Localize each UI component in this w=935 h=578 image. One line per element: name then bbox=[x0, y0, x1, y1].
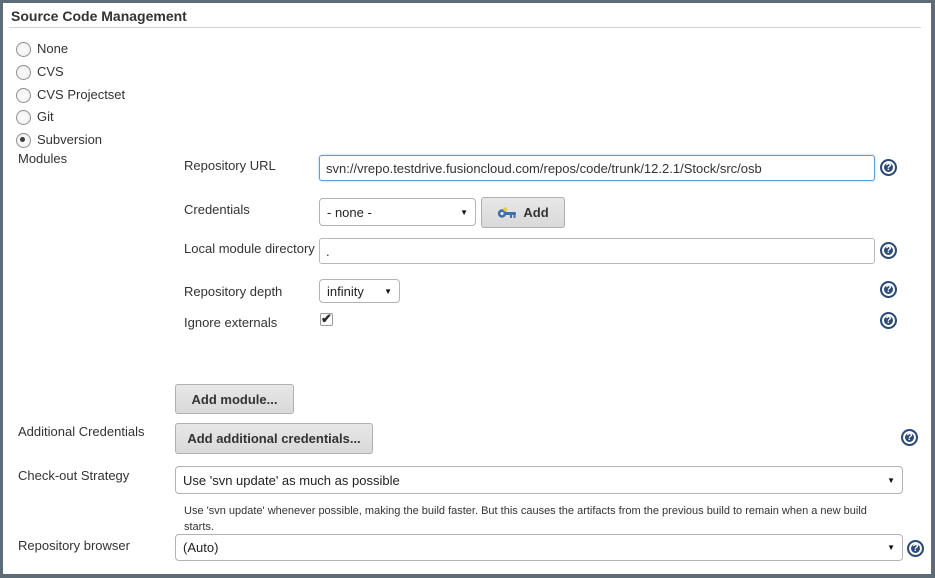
radio-cvs-projectset[interactable] bbox=[16, 88, 31, 103]
local-module-directory-label: Local module directory bbox=[184, 241, 315, 257]
add-additional-credentials-button[interactable]: Add additional credentials... bbox=[175, 423, 373, 454]
radio-none[interactable] bbox=[16, 42, 31, 57]
radio-subversion[interactable] bbox=[16, 133, 31, 148]
radio-cvs-projectset-label[interactable]: CVS Projectset bbox=[37, 87, 125, 103]
local-module-directory-help-icon[interactable]: ? bbox=[880, 242, 897, 259]
scm-config-panel: Source Code Management None CVS CVS Proj… bbox=[0, 0, 935, 578]
page-title: Source Code Management bbox=[11, 8, 187, 24]
repository-url-label: Repository URL bbox=[184, 158, 276, 174]
chevron-down-icon: ▼ bbox=[384, 287, 392, 296]
add-module-button-label: Add module... bbox=[192, 392, 278, 407]
checkout-strategy-select[interactable]: Use 'svn update' as much as possible ▼ bbox=[175, 466, 903, 494]
key-icon bbox=[497, 206, 517, 220]
additional-credentials-help-icon[interactable]: ? bbox=[901, 429, 918, 446]
ignore-externals-help-icon[interactable]: ? bbox=[880, 312, 897, 329]
radio-git[interactable] bbox=[16, 110, 31, 125]
repository-depth-help-icon[interactable]: ? bbox=[880, 281, 897, 298]
chevron-down-icon: ▼ bbox=[887, 543, 895, 552]
repository-depth-select[interactable]: infinity ▼ bbox=[319, 279, 400, 303]
repository-browser-select-value: (Auto) bbox=[183, 540, 218, 555]
chevron-down-icon: ▼ bbox=[460, 208, 468, 217]
repository-url-input[interactable] bbox=[319, 155, 875, 181]
repository-browser-label: Repository browser bbox=[18, 538, 130, 554]
checkout-strategy-select-value: Use 'svn update' as much as possible bbox=[183, 473, 400, 488]
additional-credentials-label: Additional Credentials bbox=[18, 424, 144, 440]
repository-browser-select[interactable]: (Auto) ▼ bbox=[175, 534, 903, 561]
repository-browser-help-icon[interactable]: ? bbox=[907, 540, 924, 557]
credentials-select-value: - none - bbox=[327, 205, 372, 220]
add-credentials-button[interactable]: Add bbox=[481, 197, 565, 228]
radio-cvs-label[interactable]: CVS bbox=[37, 64, 64, 80]
add-credentials-button-label: Add bbox=[523, 205, 548, 220]
credentials-label: Credentials bbox=[184, 202, 250, 218]
header-divider bbox=[9, 27, 921, 28]
checkout-strategy-description: Use 'svn update' whenever possible, maki… bbox=[184, 503, 884, 535]
add-additional-credentials-button-label: Add additional credentials... bbox=[187, 431, 360, 446]
repository-url-help-icon[interactable]: ? bbox=[880, 159, 897, 176]
checkmark-icon: ✔ bbox=[321, 311, 332, 327]
repository-depth-label: Repository depth bbox=[184, 284, 282, 300]
radio-subversion-label[interactable]: Subversion bbox=[37, 132, 102, 148]
chevron-down-icon: ▼ bbox=[887, 476, 895, 485]
credentials-select[interactable]: - none - ▼ bbox=[319, 198, 476, 226]
ignore-externals-label: Ignore externals bbox=[184, 315, 277, 331]
ignore-externals-checkbox[interactable]: ✔ bbox=[320, 313, 333, 326]
local-module-directory-input[interactable] bbox=[319, 238, 875, 264]
radio-cvs[interactable] bbox=[16, 65, 31, 80]
radio-none-label[interactable]: None bbox=[37, 41, 68, 57]
checkout-strategy-label: Check-out Strategy bbox=[18, 468, 129, 484]
modules-section-label: Modules bbox=[18, 151, 67, 167]
add-module-button[interactable]: Add module... bbox=[175, 384, 294, 414]
repository-depth-select-value: infinity bbox=[327, 284, 364, 299]
radio-git-label[interactable]: Git bbox=[37, 109, 54, 125]
